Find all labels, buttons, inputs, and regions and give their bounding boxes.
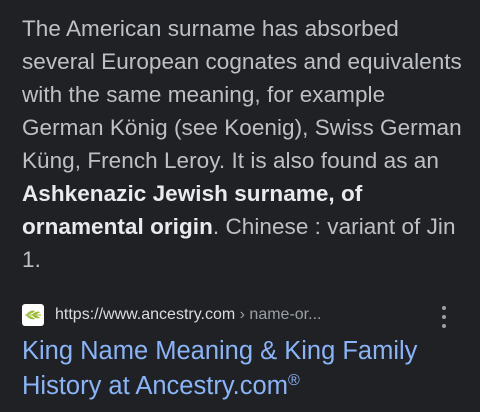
ancestry-leaf-icon: [22, 304, 44, 326]
menu-dot: [442, 315, 446, 319]
result-url-domain: https://www.ancestry.com: [55, 306, 236, 323]
menu-dot: [442, 324, 446, 328]
result-title-text: King Name Meaning & King Family History …: [22, 337, 418, 400]
snippet-text: The American surname has absorbed severa…: [22, 16, 462, 173]
menu-dot: [442, 306, 446, 310]
result-source[interactable]: https://www.ancestry.com › name-or...: [22, 302, 470, 328]
result-snippet: The American surname has absorbed severa…: [22, 12, 470, 276]
result-title-link[interactable]: King Name Meaning & King Family History …: [22, 334, 472, 404]
registered-mark: ®: [287, 372, 300, 389]
more-vert-icon[interactable]: [440, 306, 448, 328]
result-url-path: › name-or...: [235, 306, 322, 323]
result-url[interactable]: https://www.ancestry.com › name-or...: [55, 306, 321, 324]
